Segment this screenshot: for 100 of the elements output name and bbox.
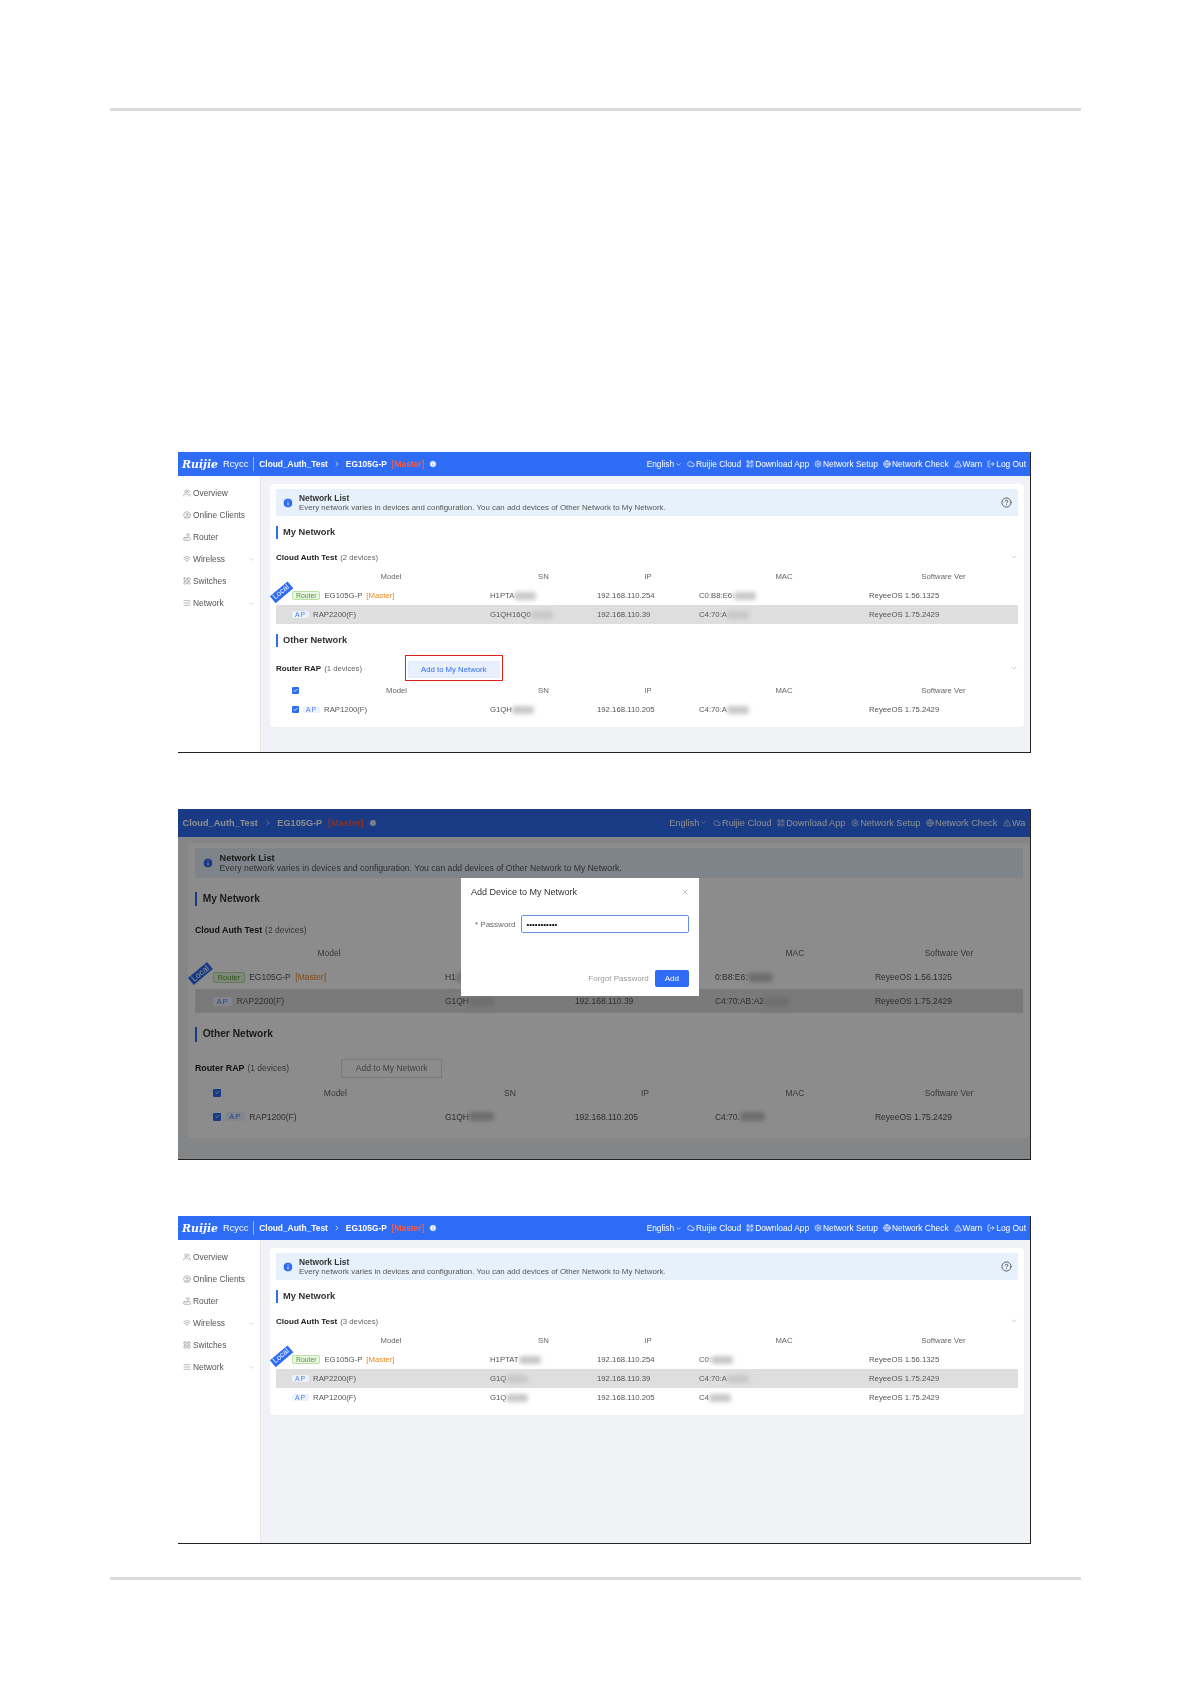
nav-link[interactable]: Network Setup bbox=[814, 1223, 878, 1233]
logo-text: Ruijie bbox=[182, 1221, 218, 1235]
blur-patch bbox=[711, 1355, 734, 1364]
nav-link[interactable]: Download App bbox=[777, 817, 846, 828]
info-icon bbox=[369, 818, 378, 827]
gear-icon bbox=[814, 460, 823, 468]
column-header: Model bbox=[316, 948, 342, 959]
router-icon bbox=[183, 533, 191, 541]
serial-text: G1QH bbox=[444, 1111, 469, 1122]
sidebar-item[interactable]: Wireless bbox=[178, 1312, 260, 1334]
help-icon[interactable] bbox=[1001, 1261, 1012, 1272]
chevron-icon bbox=[700, 819, 708, 827]
serial-text: H1 bbox=[444, 972, 456, 983]
globe-icon bbox=[882, 460, 891, 468]
nav-link[interactable]: Download App bbox=[746, 459, 810, 469]
model-text: RAP2200(F) bbox=[236, 996, 284, 1007]
add-button[interactable]: Add to My Network bbox=[341, 1059, 443, 1078]
logo-text: Ruijie bbox=[182, 457, 218, 471]
group-name: Cloud Auth Test bbox=[276, 1316, 338, 1326]
nav-link[interactable]: Ruijie Cloud bbox=[687, 459, 742, 469]
column-header: IP bbox=[639, 1087, 650, 1098]
add-button[interactable]: Add bbox=[654, 970, 689, 987]
chevron-icon bbox=[248, 1363, 255, 1371]
grid-icon bbox=[183, 1341, 191, 1349]
sidebar-item[interactable]: Online Clients bbox=[178, 1268, 260, 1290]
device-count: (1 devices) bbox=[247, 1062, 289, 1073]
sidebar-item[interactable]: Overview bbox=[178, 1246, 260, 1268]
wifi-icon bbox=[183, 1319, 191, 1327]
user-circle-icon bbox=[183, 511, 191, 519]
nav-link[interactable]: Ruijie Cloud bbox=[687, 1223, 742, 1233]
breadcrumb-link[interactable]: Cloud_Auth_Test bbox=[182, 817, 258, 828]
serial-text: G1QH bbox=[444, 996, 469, 1007]
notice-text: Every network varies in devices and configuration. You can add devices of Other Network to My Network. bbox=[219, 862, 622, 873]
nav-link[interactable]: Network Check bbox=[882, 459, 949, 469]
chevron-icon[interactable] bbox=[1010, 664, 1018, 672]
nav-link[interactable]: Network Check bbox=[926, 817, 998, 828]
blur-patch bbox=[511, 705, 534, 714]
nav-link[interactable]: Network Check bbox=[882, 1223, 949, 1233]
notice-title: Network List bbox=[299, 493, 351, 503]
ip-text: 192.168.110.205 bbox=[574, 1111, 639, 1122]
group-name: Router RAP bbox=[194, 1062, 245, 1073]
sidebar-item[interactable]: Online Clients bbox=[178, 504, 260, 526]
sidebar-item[interactable]: Network bbox=[178, 592, 260, 614]
sidebar-item[interactable]: Router bbox=[178, 526, 260, 548]
router-icon bbox=[183, 1297, 191, 1305]
mac-text: C4:70:AB:A2 bbox=[714, 996, 765, 1007]
version-text: ReyeeOS 1.56.1325 bbox=[874, 972, 952, 983]
breadcrumb-link[interactable]: EG105G-P bbox=[345, 1223, 387, 1233]
help-icon[interactable] bbox=[1001, 497, 1012, 508]
list-icon bbox=[183, 599, 191, 607]
nav-link[interactable]: Network Setup bbox=[814, 459, 878, 469]
sidebar-item[interactable]: Network bbox=[178, 1356, 260, 1378]
checkbox[interactable] bbox=[292, 706, 299, 713]
nav-link[interactable]: English bbox=[646, 1223, 683, 1233]
grid-icon bbox=[183, 577, 191, 585]
breadcrumb-link[interactable]: Cloud_Auth_Test bbox=[259, 459, 328, 469]
nav-link[interactable]: Warn bbox=[953, 1223, 983, 1233]
nav-link[interactable]: English bbox=[669, 817, 708, 828]
checkbox[interactable] bbox=[292, 687, 299, 694]
user-circle-icon bbox=[183, 1275, 191, 1283]
brand-text: Rcycc bbox=[222, 1223, 249, 1233]
breadcrumb-link[interactable]: EG105G-P bbox=[277, 817, 323, 828]
warning-icon bbox=[953, 1224, 962, 1232]
notice-title: Network List bbox=[219, 852, 276, 863]
nav-link[interactable]: Ruijie Cloud bbox=[713, 817, 772, 828]
nav-link[interactable]: Wa bbox=[1003, 817, 1026, 828]
users-icon bbox=[183, 1253, 191, 1261]
sidebar-item[interactable]: Switches bbox=[178, 1334, 260, 1356]
breadcrumb-link[interactable]: EG105G-P bbox=[345, 459, 387, 469]
qr-code-icon bbox=[746, 460, 755, 468]
nav-link[interactable]: Network Setup bbox=[851, 817, 921, 828]
list-icon bbox=[183, 1363, 191, 1371]
column-header: Software Ver bbox=[923, 948, 975, 959]
sidebar-item[interactable]: Overview bbox=[178, 482, 260, 504]
nav-link[interactable]: English bbox=[646, 459, 683, 469]
checkbox[interactable] bbox=[213, 1088, 222, 1097]
sidebar-item[interactable]: Wireless bbox=[178, 548, 260, 570]
blur-patch bbox=[518, 1355, 541, 1364]
logout-icon bbox=[987, 1224, 996, 1232]
breadcrumb-link[interactable]: Cloud_Auth_Test bbox=[259, 1223, 328, 1233]
blur-patch bbox=[747, 972, 773, 983]
nav-link[interactable]: Download App bbox=[746, 1223, 810, 1233]
warning-icon bbox=[953, 460, 962, 468]
info-icon bbox=[201, 856, 214, 869]
cloud-icon bbox=[713, 818, 722, 827]
sidebar-item[interactable]: Switches bbox=[178, 570, 260, 592]
chevron-icon[interactable] bbox=[1010, 1317, 1018, 1325]
nav-link[interactable]: Log Out bbox=[987, 459, 1026, 469]
chevron-icon[interactable] bbox=[1010, 553, 1018, 561]
group-name: Cloud Auth Test bbox=[194, 925, 263, 935]
warning-icon bbox=[1003, 818, 1011, 827]
globe-icon bbox=[926, 818, 935, 827]
nav-link[interactable]: Warn bbox=[953, 459, 983, 469]
close-icon[interactable] bbox=[681, 888, 689, 896]
password-field[interactable]: ••••••••••• bbox=[521, 915, 689, 933]
column-header: Model bbox=[322, 1087, 348, 1098]
checkbox[interactable] bbox=[213, 1112, 222, 1121]
nav-link[interactable]: Log Out bbox=[987, 1223, 1026, 1233]
forgot-password-link[interactable]: Forgot Password bbox=[588, 974, 649, 983]
sidebar-item[interactable]: Router bbox=[178, 1290, 260, 1312]
